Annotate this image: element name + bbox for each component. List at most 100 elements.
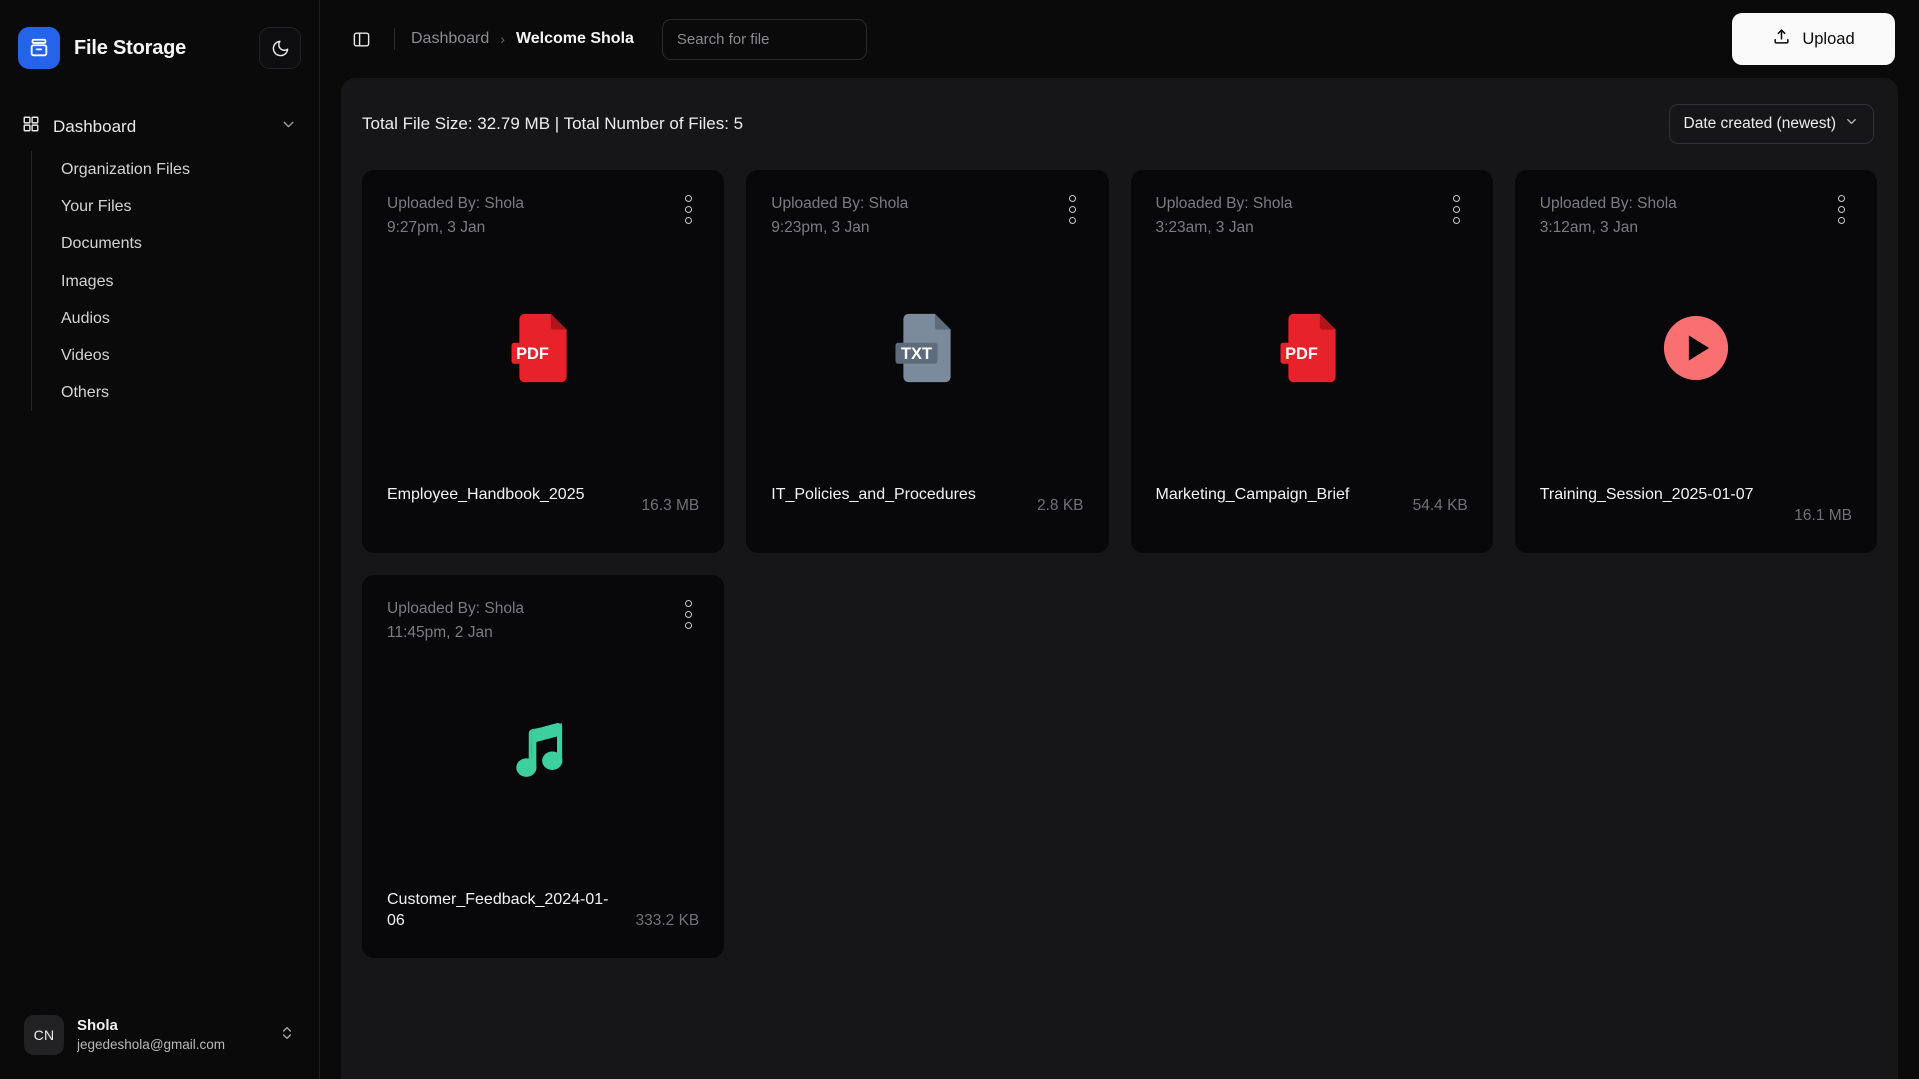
file-card-footer: Training_Session_2025-01-07 16.1 MB	[1540, 485, 1852, 533]
sidebar-item-audios[interactable]: Audios	[32, 300, 309, 337]
file-options-menu-icon[interactable]	[1830, 194, 1852, 224]
user-profile-chip[interactable]: CN Shola jegedeshola@gmail.com	[16, 1009, 303, 1061]
file-card-footer: Customer_Feedback_2024-01-06 333.2 KB	[387, 890, 699, 938]
file-size: 2.8 KB	[1036, 497, 1084, 514]
file-card-footer: Employee_Handbook_2025 16.3 MB	[387, 485, 699, 533]
file-name: IT_Policies_and_Procedures	[771, 486, 976, 503]
user-email: jegedeshola@gmail.com	[77, 1036, 226, 1052]
sidebar-toggle-icon[interactable]	[346, 24, 376, 54]
storage-stats: Total File Size: 32.79 MB | Total Number…	[362, 114, 744, 133]
sidebar: File Storage Dashboard Organization File…	[0, 0, 320, 1079]
file-thumbnail: TXT	[771, 240, 1083, 485]
audio-music-note-icon	[505, 715, 581, 796]
sidebar-item-others[interactable]: Others	[32, 374, 309, 411]
pdf-file-icon: PDF	[1270, 306, 1354, 395]
file-timestamp: 11:45pm, 2 Jan	[387, 624, 493, 642]
svg-text:PDF: PDF	[516, 345, 549, 363]
moon-icon[interactable]	[259, 27, 301, 69]
file-name: Marketing_Campaign_Brief	[1155, 486, 1350, 503]
file-card-footer: IT_Policies_and_Procedures 2.8 KB	[771, 485, 1083, 533]
file-card-header: Uploaded By: Shola 9:23pm, 3 Jan	[771, 192, 1083, 240]
search-input[interactable]	[661, 18, 867, 60]
file-grid: Uploaded By: Shola 9:27pm, 3 Jan PDF Emp…	[341, 144, 1898, 982]
file-card-meta: Uploaded By: Shola 9:27pm, 3 Jan	[387, 192, 677, 240]
file-card-header: Uploaded By: Shola 3:23am, 3 Jan	[1156, 192, 1468, 240]
sidebar-nav: Dashboard Organization Files Your Files …	[0, 106, 319, 412]
file-card-meta: Uploaded By: Shola 11:45pm, 2 Jan	[387, 597, 677, 645]
panel-header: Total File Size: 32.79 MB | Total Number…	[341, 78, 1898, 144]
sidebar-header: File Storage	[0, 0, 319, 78]
breadcrumb-dashboard[interactable]: Dashboard	[411, 30, 489, 48]
brand[interactable]: File Storage	[18, 27, 259, 69]
sort-dropdown[interactable]: Date created (newest)	[1668, 104, 1874, 144]
content-panel: Total File Size: 32.79 MB | Total Number…	[341, 78, 1898, 1079]
sort-dropdown-label: Date created (newest)	[1683, 115, 1837, 132]
file-size: 16.1 MB	[1794, 507, 1852, 524]
user-name: Shola	[77, 1017, 118, 1035]
sidebar-subnav: Organization Files Your Files Documents …	[31, 151, 309, 412]
file-timestamp: 3:12am, 3 Jan	[1539, 219, 1638, 237]
file-options-menu-icon[interactable]	[677, 194, 699, 224]
chevrons-up-down-icon[interactable]	[279, 1025, 295, 1046]
file-timestamp: 3:23am, 3 Jan	[1155, 219, 1254, 237]
svg-text:TXT: TXT	[901, 345, 932, 363]
brand-name: File Storage	[74, 36, 187, 59]
chevron-down-icon[interactable]	[280, 116, 297, 138]
file-card[interactable]: Uploaded By: Shola 11:45pm, 2 Jan Custom…	[362, 575, 725, 958]
file-card-header: Uploaded By: Shola 9:27pm, 3 Jan	[387, 192, 699, 240]
upload-button-label: Upload	[1802, 29, 1855, 48]
file-card-header: Uploaded By: Shola 11:45pm, 2 Jan	[387, 597, 699, 645]
file-size: 16.3 MB	[641, 497, 700, 514]
user-meta: Shola jegedeshola@gmail.com	[77, 1016, 266, 1054]
file-thumbnail	[387, 645, 699, 890]
file-card[interactable]: Uploaded By: Shola 3:23am, 3 Jan PDF Mar…	[1130, 170, 1493, 553]
sidebar-item-documents[interactable]: Documents	[32, 225, 309, 262]
breadcrumb: Dashboard › Welcome Shola	[411, 30, 634, 48]
sidebar-item-your-files[interactable]: Your Files	[32, 188, 309, 225]
app-root: File Storage Dashboard Organization File…	[0, 0, 1919, 1079]
file-card[interactable]: Uploaded By: Shola 9:23pm, 3 Jan TXT IT_…	[746, 170, 1109, 553]
avatar: CN	[24, 1015, 64, 1055]
file-name: Employee_Handbook_2025	[387, 486, 585, 503]
file-uploader: Uploaded By: Shola	[1155, 195, 1293, 212]
file-uploader: Uploaded By: Shola	[771, 195, 909, 212]
file-name: Training_Session_2025-01-07	[1539, 486, 1754, 503]
archive-box-icon	[18, 27, 60, 69]
sidebar-item-organization-files[interactable]: Organization Files	[32, 151, 309, 188]
file-uploader: Uploaded By: Shola	[1539, 195, 1677, 212]
breadcrumb-separator-icon: ›	[500, 31, 505, 47]
file-size: 54.4 KB	[1412, 497, 1468, 514]
grid-icon	[22, 115, 40, 138]
sidebar-group-label: Dashboard	[53, 116, 137, 136]
file-name: Customer_Feedback_2024-01-06	[387, 891, 609, 929]
main-area: Dashboard › Welcome Shola Upload	[320, 0, 1919, 1079]
video-play-icon	[1658, 310, 1734, 391]
sidebar-item-videos[interactable]: Videos	[32, 337, 309, 374]
file-card-footer: Marketing_Campaign_Brief 54.4 KB	[1156, 485, 1468, 533]
pdf-file-icon: PDF	[501, 306, 585, 395]
chevron-down-icon	[1844, 114, 1859, 134]
topbar: Dashboard › Welcome Shola Upload	[320, 0, 1919, 78]
file-thumbnail	[1540, 240, 1852, 485]
file-card-meta: Uploaded By: Shola 3:12am, 3 Jan	[1540, 192, 1830, 240]
topbar-divider	[394, 28, 395, 50]
file-card[interactable]: Uploaded By: Shola 3:12am, 3 Jan Trainin…	[1514, 170, 1877, 553]
file-timestamp: 9:27pm, 3 Jan	[387, 219, 486, 237]
file-thumbnail: PDF	[387, 240, 699, 485]
file-card-header: Uploaded By: Shola 3:12am, 3 Jan	[1540, 192, 1852, 240]
sidebar-item-images[interactable]: Images	[32, 263, 309, 300]
file-card-meta: Uploaded By: Shola 9:23pm, 3 Jan	[771, 192, 1061, 240]
file-uploader: Uploaded By: Shola	[387, 195, 525, 212]
file-card-meta: Uploaded By: Shola 3:23am, 3 Jan	[1156, 192, 1446, 240]
file-uploader: Uploaded By: Shola	[387, 600, 525, 617]
sidebar-item-dashboard[interactable]: Dashboard	[10, 106, 309, 147]
svg-text:PDF: PDF	[1285, 345, 1318, 363]
upload-button[interactable]: Upload	[1732, 13, 1895, 65]
file-options-menu-icon[interactable]	[1446, 194, 1468, 224]
file-options-menu-icon[interactable]	[677, 599, 699, 629]
sidebar-footer: CN Shola jegedeshola@gmail.com	[0, 995, 319, 1079]
file-card[interactable]: Uploaded By: Shola 9:27pm, 3 Jan PDF Emp…	[362, 170, 725, 553]
file-size: 333.2 KB	[635, 912, 700, 929]
file-thumbnail: PDF	[1156, 240, 1468, 485]
file-options-menu-icon[interactable]	[1062, 194, 1084, 224]
